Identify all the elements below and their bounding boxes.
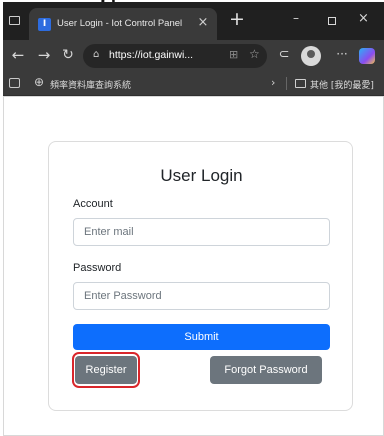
favorite-item[interactable]: 頻率資料庫查詢系統 bbox=[50, 78, 131, 91]
favorites-divider bbox=[286, 77, 287, 90]
password-input[interactable] bbox=[73, 282, 330, 310]
submit-button[interactable]: Submit bbox=[73, 324, 330, 350]
site-favicon-icon: I bbox=[38, 18, 51, 31]
new-tab-icon[interactable]: + bbox=[229, 8, 245, 30]
minimize-icon[interactable]: – bbox=[293, 11, 299, 25]
favorite-star-icon[interactable]: ☆ bbox=[249, 47, 260, 61]
back-icon[interactable]: ← bbox=[9, 46, 27, 64]
browser-toolbar: ← → ↻ ⌂ https://iot.gainwi... ⊞ ☆ ⊂ ··· bbox=[3, 40, 384, 72]
forward-icon[interactable]: → bbox=[35, 46, 53, 64]
tab-bar: I User Login - Iot Control Panel × + – × bbox=[3, 2, 384, 40]
register-button[interactable]: Register bbox=[75, 356, 137, 384]
tab-title: User Login - Iot Control Panel bbox=[57, 18, 183, 29]
chevron-right-icon[interactable]: › bbox=[271, 76, 275, 89]
maximize-icon[interactable] bbox=[328, 17, 336, 25]
workspaces-icon[interactable] bbox=[9, 16, 20, 25]
address-bar[interactable]: ⌂ https://iot.gainwi... ⊞ ☆ bbox=[83, 44, 267, 68]
account-input[interactable] bbox=[73, 218, 330, 246]
address-url[interactable]: https://iot.gainwi... bbox=[109, 49, 193, 61]
browser-window: I User Login - Iot Control Panel × + – ×… bbox=[3, 2, 384, 436]
other-favorites[interactable]: 其他 [我的最愛] bbox=[310, 78, 374, 91]
favorites-bar: ⊕ 頻率資料庫查詢系統 › 其他 [我的最愛] bbox=[3, 72, 384, 96]
extensions-icon[interactable]: ⊂ bbox=[275, 47, 293, 62]
tab-user-login[interactable]: I User Login - Iot Control Panel × bbox=[29, 8, 217, 40]
reader-view-icon[interactable]: ⊞ bbox=[229, 48, 238, 61]
account-label: Account bbox=[73, 198, 113, 210]
login-card: User Login Account Password Submit Regis… bbox=[48, 141, 353, 411]
copilot-icon[interactable] bbox=[359, 48, 375, 64]
more-menu-icon[interactable]: ··· bbox=[333, 47, 351, 61]
close-tab-icon[interactable]: × bbox=[195, 15, 211, 30]
page-viewport: User Login Account Password Submit Regis… bbox=[3, 96, 384, 436]
globe-icon: ⊕ bbox=[34, 75, 45, 89]
app-launcher-icon[interactable] bbox=[9, 78, 20, 88]
folder-icon bbox=[295, 79, 306, 88]
reload-icon[interactable]: ↻ bbox=[59, 47, 77, 63]
site-info-icon[interactable]: ⌂ bbox=[93, 49, 99, 60]
profile-avatar[interactable] bbox=[301, 46, 321, 66]
password-label: Password bbox=[73, 262, 122, 274]
close-window-icon[interactable]: × bbox=[358, 11, 369, 26]
login-title: User Login bbox=[160, 166, 243, 185]
forgot-password-button[interactable]: Forgot Password bbox=[210, 356, 322, 384]
